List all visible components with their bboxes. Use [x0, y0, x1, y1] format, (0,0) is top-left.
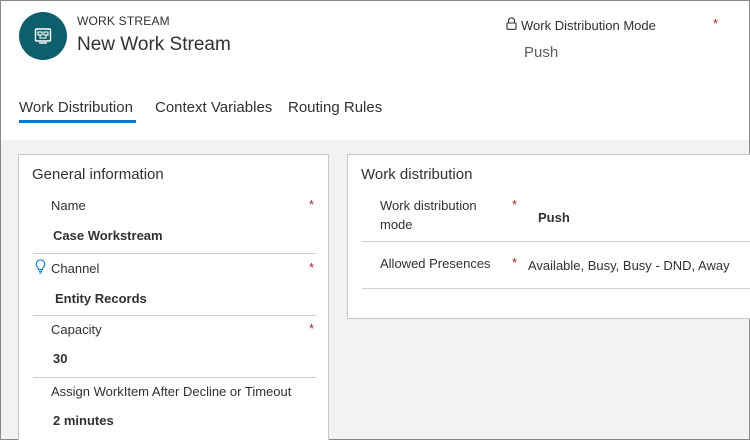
header-field-work-distribution-mode: Work Distribution Mode — [506, 17, 656, 33]
field-label-line: Work distribution — [380, 198, 477, 213]
required-indicator: * — [309, 260, 315, 275]
capacity-field[interactable]: 30 — [53, 351, 67, 366]
work-distribution-mode-field[interactable]: Push — [538, 210, 570, 225]
required-indicator: * — [309, 197, 315, 212]
active-tab-indicator — [19, 120, 136, 123]
workstream-icon — [19, 12, 67, 60]
field-label-assign-workitem: Assign WorkItem After Decline or Timeout — [51, 384, 292, 399]
field-label-channel: Channel — [51, 261, 100, 276]
required-indicator: * — [512, 197, 518, 212]
name-field[interactable]: Case Workstream — [53, 228, 163, 243]
section-title: General information — [32, 166, 164, 183]
field-divider — [33, 377, 316, 378]
tab-routing-rules[interactable]: Routing Rules — [288, 99, 382, 116]
section-work-distribution: Work distribution Work distribution mode… — [347, 154, 750, 319]
header-field-value: Push — [524, 44, 559, 61]
section-title: Work distribution — [361, 166, 473, 183]
field-divider — [33, 315, 316, 316]
entity-type-label: WORK STREAM — [77, 14, 170, 28]
record-title: New Work Stream — [77, 34, 231, 55]
tab-context-variables[interactable]: Context Variables — [155, 99, 272, 116]
field-label-work-distribution-mode: Work distribution mode — [380, 196, 477, 234]
required-indicator: * — [512, 255, 518, 270]
field-label-allowed-presences: Allowed Presences — [380, 256, 491, 271]
required-indicator: * — [713, 16, 719, 31]
allowed-presences-field[interactable]: Available, Busy, Busy - DND, Away — [528, 258, 730, 273]
field-divider — [362, 241, 750, 242]
tab-work-distribution[interactable]: Work Distribution — [19, 99, 133, 116]
field-label-capacity: Capacity — [51, 322, 102, 337]
lightbulb-icon — [35, 259, 46, 279]
channel-field[interactable]: Entity Records — [55, 291, 147, 306]
field-divider — [362, 288, 750, 289]
assign-workitem-field[interactable]: 2 minutes — [53, 413, 114, 428]
section-general-information: General information Name * Case Workstre… — [18, 154, 329, 440]
header-field-label: Work Distribution Mode — [521, 17, 656, 33]
required-indicator: * — [309, 321, 315, 336]
lock-icon — [506, 17, 517, 33]
field-label-line: mode — [380, 217, 413, 232]
field-label-name: Name — [51, 198, 86, 213]
field-divider — [33, 253, 316, 254]
